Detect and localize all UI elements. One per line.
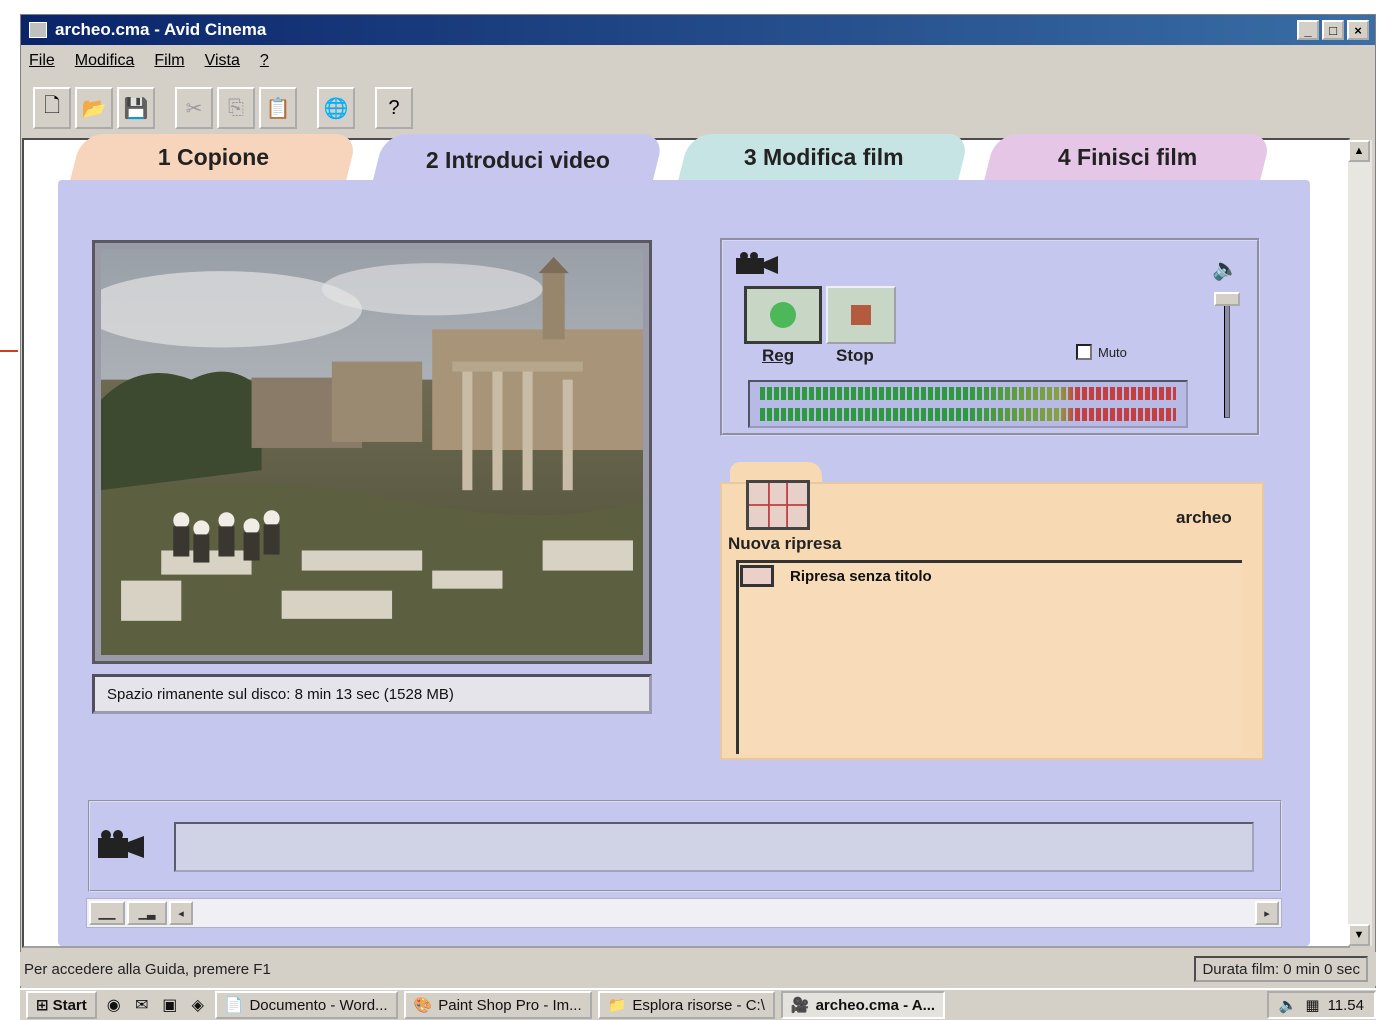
tab-finisci-film-label: 4 Finisci film — [1058, 143, 1198, 170]
title-bar[interactable]: archeo.cma - Avid Cinema _ □ × — [21, 15, 1375, 45]
record-label: Reg — [762, 346, 795, 365]
volume-slider-thumb[interactable] — [1214, 292, 1240, 306]
scroll-up-icon[interactable]: ▲ — [1348, 140, 1370, 162]
preview-image — [101, 249, 643, 655]
audio-level-meter — [748, 380, 1188, 428]
vertical-scrollbar[interactable]: ▲ ▼ — [1348, 140, 1372, 946]
list-item[interactable]: Ripresa senza titolo — [740, 564, 1240, 588]
task-avid-cinema[interactable]: 🎥 archeo.cma - A... — [780, 991, 946, 1019]
start-button[interactable]: ⊞ Start — [26, 991, 97, 1019]
task-paintshop-label: Paint Shop Pro - Im... — [438, 996, 582, 1014]
tab-copione[interactable]: 1 Copione — [70, 134, 358, 180]
menu-film[interactable]: Film — [154, 52, 184, 70]
quicklaunch-outlook-icon[interactable]: ✉ — [131, 994, 153, 1016]
tab-modifica-film[interactable]: 3 Modifica film — [678, 134, 970, 180]
web-icon[interactable]: 🌐 — [317, 87, 355, 129]
window-controls: _ □ × — [1297, 20, 1369, 40]
record-icon — [770, 302, 796, 328]
quicklaunch-ie-icon[interactable]: ◉ — [103, 994, 125, 1016]
shot-thumbnail — [740, 565, 774, 587]
system-tray: 🔈 ▦ 11.54 — [1266, 991, 1376, 1019]
new-shot-label[interactable]: Nuova ripresa — [728, 534, 841, 554]
scroll-right-icon[interactable]: ▸ — [1255, 901, 1279, 925]
speaker-icon: 🔈 — [1212, 256, 1240, 281]
menu-bar: File Modifica Film Vista ? — [21, 47, 1375, 75]
quicklaunch-channels-icon[interactable]: ◈ — [187, 994, 209, 1016]
clock: 11.54 — [1327, 996, 1364, 1014]
start-label: Start — [52, 996, 87, 1014]
window-title: archeo.cma - Avid Cinema — [55, 20, 267, 39]
stop-icon — [851, 305, 871, 325]
scroll-left-icon[interactable]: ◂ — [169, 901, 193, 925]
tab-copione-label: 1 Copione — [158, 143, 270, 170]
quicklaunch-desktop-icon[interactable]: ▣ — [159, 994, 181, 1016]
tab-modifica-film-label: 3 Modifica film — [744, 143, 904, 170]
stop-label: Stop — [836, 346, 874, 365]
copy-icon[interactable]: ⎘ — [217, 87, 255, 129]
volume-slider[interactable] — [1224, 292, 1230, 418]
tab-introduci-video[interactable]: 2 Introduci video — [371, 134, 665, 186]
record-button[interactable] — [744, 286, 822, 344]
clip-grid-icon — [746, 480, 810, 530]
volume-tray-icon[interactable]: 🔈 — [1279, 996, 1298, 1014]
network-tray-icon[interactable]: ▦ — [1305, 996, 1319, 1014]
video-preview — [92, 240, 652, 664]
task-word-label: Documento - Word... — [249, 996, 388, 1014]
paste-icon[interactable]: 📋 — [259, 87, 297, 129]
close-button[interactable]: × — [1347, 20, 1369, 40]
project-name: archeo — [1176, 508, 1232, 527]
timeline-scrollbar[interactable]: ▁▁ ▁▃ ◂ ▸ — [86, 898, 1282, 928]
taskbar: ⊞ Start ◉ ✉ ▣ ◈ 📄 Documento - Word... 🎨 … — [20, 988, 1376, 1020]
menu-file[interactable]: File — [29, 52, 55, 70]
task-explorer[interactable]: 📁 Esplora risorse - C:\ — [597, 991, 775, 1019]
menu-vista[interactable]: Vista — [205, 52, 240, 70]
stop-button[interactable] — [826, 286, 896, 344]
zoom-out-icon[interactable]: ▁▁ — [89, 901, 125, 925]
timeline-camera-icon — [98, 830, 144, 858]
open-icon[interactable]: 📂 — [75, 87, 113, 129]
scroll-down-icon[interactable]: ▼ — [1348, 924, 1370, 946]
status-help-text: Per accedere alla Guida, premere F1 — [24, 960, 271, 978]
audio-level-left — [760, 387, 1176, 400]
timeline-track[interactable] — [174, 822, 1254, 872]
maximize-button[interactable]: □ — [1322, 20, 1344, 40]
cut-icon[interactable]: ✂ — [175, 87, 213, 129]
film-duration: Durata film: 0 min 0 sec — [1194, 956, 1368, 982]
shot-title: Ripresa senza titolo — [790, 567, 932, 585]
shot-list — [736, 560, 1242, 754]
task-avid-label: archeo.cma - A... — [815, 996, 936, 1014]
help-icon[interactable]: ? — [375, 87, 413, 129]
task-explorer-label: Esplora risorse - C:\ — [632, 996, 765, 1014]
menu-modifica[interactable]: Modifica — [75, 52, 135, 70]
task-word[interactable]: 📄 Documento - Word... — [214, 991, 398, 1019]
tab-finisci-film[interactable]: 4 Finisci film — [984, 134, 1272, 180]
windows-logo-icon: ⊞ — [36, 997, 49, 1014]
audio-level-right — [760, 408, 1176, 421]
task-paintshop[interactable]: 🎨 Paint Shop Pro - Im... — [403, 991, 592, 1019]
minimize-button[interactable]: _ — [1297, 20, 1319, 40]
camera-icon — [736, 252, 778, 274]
new-icon[interactable]: 🗋 — [33, 87, 71, 129]
paintshop-icon: 🎨 — [413, 997, 433, 1014]
mute-label: Muto — [1098, 344, 1127, 360]
menu-help[interactable]: ? — [260, 52, 269, 70]
mute-checkbox-box[interactable] — [1076, 344, 1092, 360]
avid-icon: 🎥 — [790, 997, 810, 1014]
word-icon: 📄 — [224, 997, 244, 1014]
status-bar: Per accedere alla Guida, premere F1 Dura… — [20, 952, 1376, 986]
tab-introduci-video-label: 2 Introduci video — [425, 146, 611, 173]
save-icon[interactable]: 💾 — [117, 87, 155, 129]
toolbar: 🗋 📂 💾 ✂ ⎘ 📋 🌐 ? — [33, 83, 413, 133]
page-edge-mark — [0, 350, 18, 352]
app-icon — [29, 22, 47, 38]
disk-space-status: Spazio rimanente sul disco: 8 min 13 sec… — [92, 674, 652, 714]
mute-checkbox[interactable]: Muto — [1076, 344, 1127, 360]
zoom-in-icon[interactable]: ▁▃ — [127, 901, 167, 925]
explorer-icon: 📁 — [607, 997, 627, 1014]
